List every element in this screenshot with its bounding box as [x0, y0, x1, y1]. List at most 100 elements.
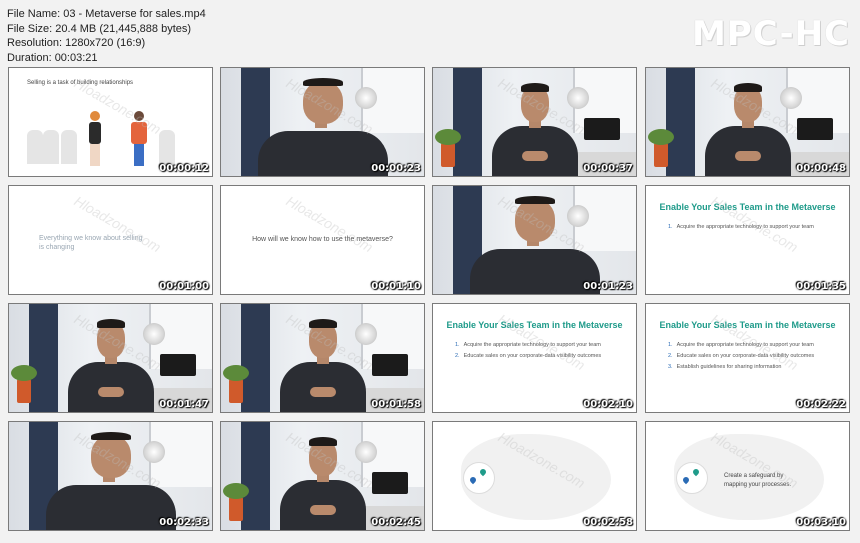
- slide-frame: Enable Your Sales Team in the Metaverse 1…: [646, 186, 849, 294]
- ghost-shelf: [159, 130, 175, 164]
- file-name: File Name: 03 - Metaverse for sales.mp4: [7, 8, 206, 20]
- plant: [435, 129, 462, 168]
- timestamp: 00:00:12: [159, 163, 209, 174]
- monitor: [371, 353, 408, 376]
- monitor: [371, 471, 408, 494]
- bullet-number: 2.: [455, 353, 460, 359]
- presenter-hands: [734, 150, 761, 161]
- presenter-body: [469, 248, 600, 294]
- presenter: [257, 68, 388, 176]
- map-pin-icon: [681, 475, 691, 485]
- bullet-text: Educate sales on your corporate-data vis…: [463, 353, 602, 359]
- presenter-hands: [521, 150, 548, 161]
- file-info-panel: File Name: 03 - Metaverse for sales.mp4 …: [7, 7, 206, 65]
- slide-frame: Create a safeguard by mapping your proce…: [646, 422, 849, 530]
- bullet-item: 1. Acquire the appropriate technology to …: [455, 340, 601, 351]
- presenter: [67, 304, 154, 412]
- video-thumbnail[interactable]: Selling is a task of building relationsh…: [8, 67, 213, 177]
- video-thumbnail[interactable]: Hloadzone.com 00:01:58: [220, 303, 425, 413]
- bullet-text: Establish guidelines for sharing informa…: [676, 364, 782, 370]
- bullet-number: 2.: [668, 353, 673, 359]
- presenter: [279, 422, 366, 530]
- file-size: File Size: 20.4 MB (21,445,888 bytes): [7, 22, 192, 35]
- map-pin-icon: [691, 467, 701, 477]
- wall-panel: [241, 422, 270, 530]
- resolution: Resolution: 1280x720 (16:9): [7, 37, 146, 49]
- wall-panel: [29, 304, 58, 412]
- presenter-body: [45, 484, 176, 530]
- timestamp: 00:01:58: [371, 399, 421, 410]
- presenter-scene: [221, 68, 424, 176]
- video-thumbnail[interactable]: Hloadzone.com 00:01:23: [432, 185, 637, 295]
- legs: [134, 144, 144, 166]
- presenter-hands: [309, 504, 336, 515]
- presenter-hands: [309, 386, 336, 397]
- bullet-item: 1. Acquire the appropriate technology to …: [668, 222, 814, 233]
- wall-panel: [666, 68, 695, 176]
- presenter-hair: [520, 83, 549, 92]
- bullet-item: 1. Acquire the appropriate technology to …: [668, 340, 814, 351]
- mpc-hc-logo: MPC-HC: [691, 14, 850, 54]
- head: [134, 111, 144, 121]
- bullet-number: 1.: [668, 224, 673, 230]
- video-thumbnail[interactable]: Enable Your Sales Team in the Metaverse 1…: [645, 185, 850, 295]
- slide-frame: Enable Your Sales Team in the Metaverse 1…: [646, 304, 849, 412]
- presenter-head: [302, 80, 343, 125]
- video-thumbnail[interactable]: Hloadzone.com 00:02:33: [8, 421, 213, 531]
- video-thumbnail[interactable]: Hloadzone.com 00:02:45: [220, 421, 425, 531]
- duration: Duration: 00:03:21: [7, 51, 98, 64]
- video-thumbnail[interactable]: Enable Your Sales Team in the Metaverse 1…: [645, 303, 850, 413]
- presenter-scene: [646, 68, 849, 176]
- presenter-hair: [96, 319, 125, 328]
- presenter-scene: [9, 304, 212, 412]
- video-thumbnail[interactable]: Hloadzone.com 00:00:48: [645, 67, 850, 177]
- bullet-text: Acquire the appropriate technology to su…: [463, 342, 601, 348]
- bullet-item: 3. Establish guidelines for sharing infor…: [668, 362, 814, 373]
- presenter-scene: [9, 422, 212, 530]
- timestamp: 00:01:35: [796, 281, 846, 292]
- timestamp: 00:00:48: [796, 163, 846, 174]
- plant: [223, 365, 250, 404]
- timestamp: 00:02:22: [796, 399, 846, 410]
- bullet-list: 1. Acquire the appropriate technology to …: [455, 340, 601, 362]
- plant: [11, 365, 38, 404]
- bullet-number: 3.: [668, 364, 673, 370]
- map-circle: [463, 462, 495, 494]
- ghost-figure: [61, 130, 77, 164]
- legs: [90, 144, 100, 166]
- bullet-item: 2. Educate sales on your corporate-data v…: [455, 351, 601, 362]
- ghost-figure: [27, 130, 43, 164]
- slide-title: Enable Your Sales Team in the Metaverse: [446, 320, 623, 330]
- video-thumbnail[interactable]: Enable Your Sales Team in the Metaverse 1…: [432, 303, 637, 413]
- slide-frame: Everything we know about selling is chan…: [9, 186, 212, 294]
- timestamp: 00:02:45: [371, 517, 421, 528]
- ghost-figure: [43, 130, 59, 164]
- video-thumbnail[interactable]: Hloadzone.com 00:01:47: [8, 303, 213, 413]
- plant: [648, 129, 675, 168]
- bullet-text: Acquire the appropriate technology to su…: [676, 342, 814, 348]
- timestamp: 00:02:10: [583, 399, 633, 410]
- bullet-list: 1. Acquire the appropriate technology to …: [668, 340, 814, 373]
- presenter-body: [257, 130, 388, 176]
- video-thumbnail[interactable]: Everything we know about selling is chan…: [8, 185, 213, 295]
- illustration-title: Selling is a task of building relationsh…: [27, 80, 134, 86]
- video-thumbnail[interactable]: Hloadzone.com 00:00:23: [220, 67, 425, 177]
- presenter-hair: [733, 83, 762, 92]
- video-thumbnail[interactable]: Create a safeguard by mapping your proce…: [645, 421, 850, 531]
- timestamp: 00:00:37: [583, 163, 633, 174]
- monitor: [159, 353, 196, 376]
- faded-text: Everything we know about selling is chan…: [39, 235, 143, 251]
- timestamp: 00:01:10: [371, 281, 421, 292]
- video-thumbnail[interactable]: Hloadzone.com 00:00:37: [432, 67, 637, 177]
- presenter-scene: [433, 68, 636, 176]
- slide-title: Enable Your Sales Team in the Metaverse: [659, 320, 836, 330]
- map-circle: [676, 462, 708, 494]
- monitor: [583, 117, 620, 140]
- presenter: [704, 68, 791, 176]
- slide-frame: How will we know how to use the metavers…: [221, 186, 424, 294]
- video-thumbnail[interactable]: Hloadzone.com 00:02:58: [432, 421, 637, 531]
- slide-frame: Selling is a task of building relationsh…: [9, 68, 212, 176]
- video-thumbnail[interactable]: How will we know how to use the metavers…: [220, 185, 425, 295]
- timestamp: 00:02:33: [159, 517, 209, 528]
- map-pin-icon: [468, 475, 478, 485]
